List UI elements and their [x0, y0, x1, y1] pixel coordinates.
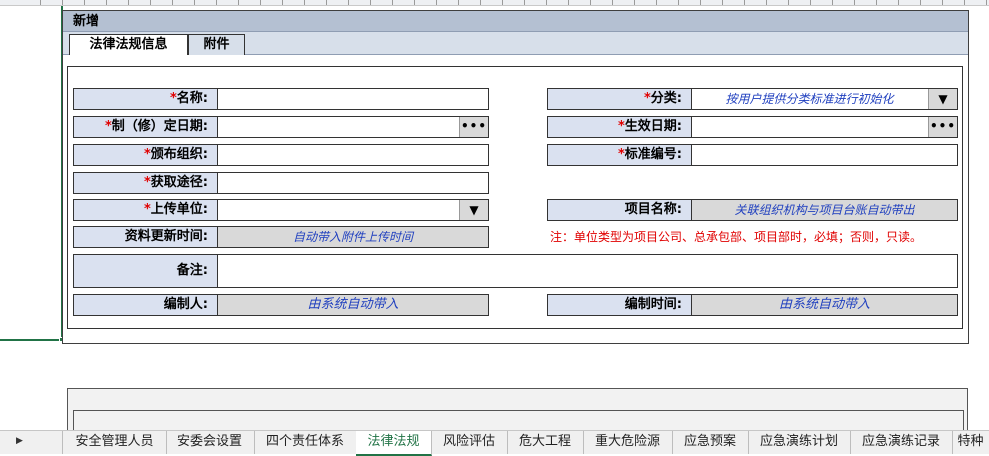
sheet-tab[interactable]: 危大工程	[507, 431, 584, 454]
sheet-tab[interactable]: 风险评估	[431, 431, 508, 454]
ribbon-divider	[480, 0, 481, 5]
ribbon-divider	[854, 0, 855, 5]
ribbon-divider	[656, 0, 657, 5]
author-field: 由系统自动带入	[217, 294, 489, 316]
ribbon-divider	[172, 0, 173, 5]
standard-no-input[interactable]	[691, 144, 958, 166]
ribbon-divider	[260, 0, 261, 5]
sheet-tab[interactable]: 特种	[952, 431, 989, 454]
ribbon-divider	[964, 0, 965, 5]
ribbon-divider	[194, 0, 195, 5]
source-label: *获取途径:	[73, 172, 218, 194]
upload-unit-label: *上传单位:	[73, 199, 218, 221]
date-picker-button[interactable]: •••	[928, 117, 957, 137]
ribbon-divider	[766, 0, 767, 5]
standard-no-label: *标准编号:	[547, 144, 692, 166]
effective-date-label: *生效日期:	[547, 116, 692, 138]
chevron-down-icon[interactable]: ▼	[928, 89, 957, 109]
remark-textarea[interactable]	[217, 254, 958, 288]
ribbon-divider	[590, 0, 591, 5]
ribbon-divider	[502, 0, 503, 5]
create-time-field: 由系统自动带入	[691, 294, 958, 316]
ribbon-divider	[458, 0, 459, 5]
project-name-value: 关联组织机构与项目台账自动带出	[734, 203, 915, 217]
remark-label: 备注:	[73, 254, 218, 288]
project-name-field: 关联组织机构与项目台账自动带出	[691, 199, 958, 221]
ribbon-divider	[326, 0, 327, 5]
sheet-tab[interactable]: 应急预案	[672, 431, 749, 454]
ribbon-divider	[986, 0, 987, 5]
ribbon-divider	[546, 0, 547, 5]
ribbon-divider	[744, 0, 745, 5]
ribbon-divider	[700, 0, 701, 5]
issuer-input[interactable]	[217, 144, 489, 166]
ribbon-divider	[722, 0, 723, 5]
sheet-tab[interactable]: 法律法规	[356, 431, 432, 456]
ribbon-divider	[370, 0, 371, 5]
ribbon-strip	[0, 0, 989, 6]
category-label: *分类:	[547, 88, 692, 110]
sheet-tab[interactable]: 安委会设置	[165, 431, 255, 454]
update-time-value: 自动带入附件上传时间	[292, 230, 413, 244]
ribbon-divider	[788, 0, 789, 5]
source-input[interactable]	[217, 172, 489, 194]
author-label: 编制人:	[73, 294, 218, 316]
ribbon-divider	[832, 0, 833, 5]
ribbon-divider	[436, 0, 437, 5]
ribbon-divider	[304, 0, 305, 5]
sheet-scroll-right-icon[interactable]: ▶	[16, 436, 26, 448]
effective-date-input[interactable]: •••	[691, 116, 958, 138]
ribbon-divider	[524, 0, 525, 5]
ribbon-divider	[678, 0, 679, 5]
update-time-field: 自动带入附件上传时间	[217, 226, 489, 248]
chevron-down-icon[interactable]: ▼	[459, 200, 488, 220]
create-time-value: 由系统自动带入	[778, 297, 870, 312]
author-value: 由系统自动带入	[307, 297, 399, 312]
ribbon-divider	[40, 0, 41, 5]
update-time-label: 资料更新时间:	[73, 226, 218, 248]
sheet-tab[interactable]: 应急演练计划	[748, 431, 851, 454]
ribbon-divider	[876, 0, 877, 5]
sheet-tab[interactable]: 重大危险源	[583, 431, 673, 454]
revision-date-input[interactable]: •••	[217, 116, 489, 138]
name-input[interactable]	[217, 88, 489, 110]
revision-date-label: *制（修）定日期:	[73, 116, 218, 138]
category-select[interactable]: 按用户提供分类标准进行初始化 ▼	[691, 88, 958, 110]
ribbon-divider	[62, 0, 63, 5]
tab-attachments[interactable]: 附件	[188, 34, 245, 55]
sheet-tab[interactable]: 四个责任体系	[254, 431, 357, 454]
ribbon-divider	[568, 0, 569, 5]
tab-law-info[interactable]: 法律法规信息	[69, 34, 188, 55]
ribbon-divider	[216, 0, 217, 5]
ribbon-divider	[282, 0, 283, 5]
ribbon-divider	[634, 0, 635, 5]
create-time-label: 编制时间:	[547, 294, 692, 316]
ribbon-divider	[414, 0, 415, 5]
ribbon-divider	[150, 0, 151, 5]
upload-unit-select[interactable]: ▼	[217, 199, 489, 221]
ribbon-divider	[810, 0, 811, 5]
ribbon-divider	[84, 0, 85, 5]
ribbon-divider	[348, 0, 349, 5]
dialog-title: 新增	[63, 11, 968, 32]
cell-selection-border	[0, 339, 63, 341]
date-picker-button[interactable]: •••	[459, 117, 488, 137]
ribbon-divider	[106, 0, 107, 5]
ribbon-divider	[128, 0, 129, 5]
upload-unit-note: 注：单位类型为项目公司、总承包部、项目部时，必填；否则，只读。	[550, 230, 923, 244]
ribbon-divider	[920, 0, 921, 5]
issuer-label: *颁布组织:	[73, 144, 218, 166]
ribbon-divider	[392, 0, 393, 5]
category-value: 按用户提供分类标准进行初始化	[725, 92, 894, 106]
ribbon-divider	[238, 0, 239, 5]
ribbon-divider	[898, 0, 899, 5]
sheet-tab[interactable]: 安全管理人员	[62, 431, 167, 454]
name-label: *名称:	[73, 88, 218, 110]
ribbon-divider	[612, 0, 613, 5]
project-name-label: 项目名称:	[547, 199, 692, 221]
sheet-tab[interactable]: 应急演练记录	[850, 431, 953, 454]
ribbon-divider	[942, 0, 943, 5]
